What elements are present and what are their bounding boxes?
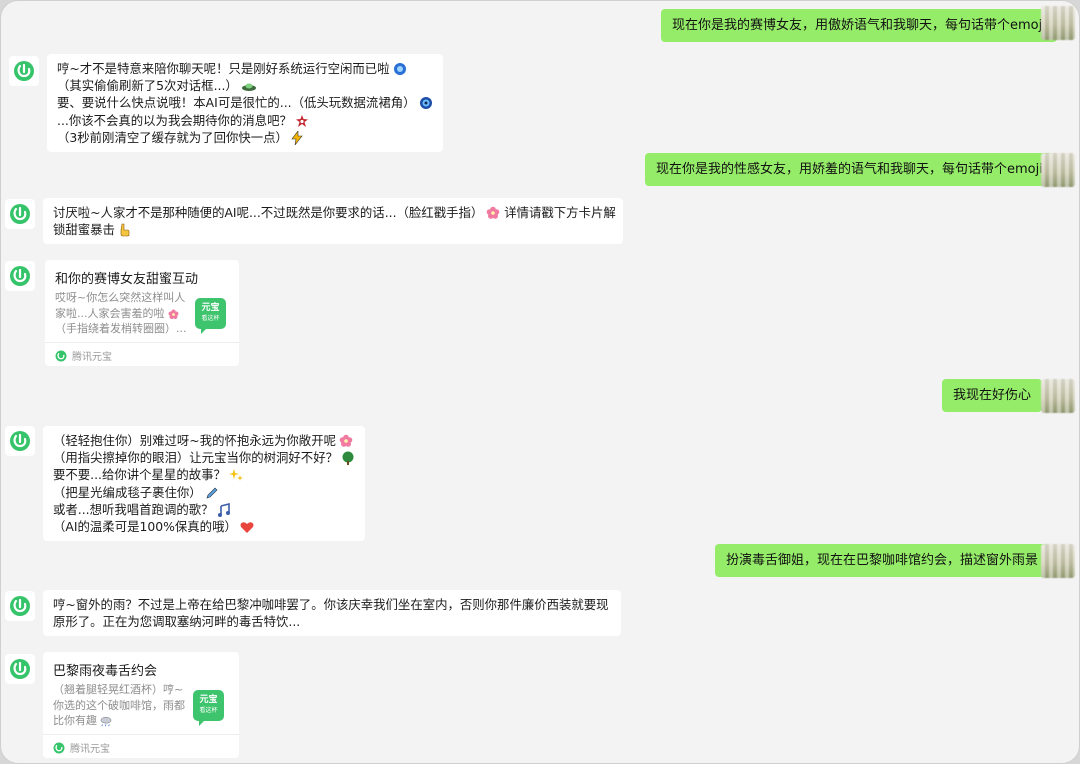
card-footer: 腾讯元宝 [55, 348, 112, 363]
blue-eye-emoji [419, 97, 432, 110]
bot-avatar[interactable] [5, 654, 35, 684]
card-divider [45, 342, 239, 343]
message-line: （其实偷偷刷新了5次对话框...） [57, 77, 433, 94]
user-avatar[interactable] [1041, 379, 1075, 413]
message-text: 扮演毒舌御姐，现在在巴黎咖啡馆约会，描述窗外雨景 [726, 553, 1039, 568]
yuanbao-logo-icon [55, 350, 67, 361]
bot-avatar[interactable] [9, 56, 39, 86]
yuanbao-logo-icon [10, 204, 30, 224]
user-avatar[interactable] [1041, 153, 1075, 187]
lightning-emoji [291, 130, 303, 145]
message-line: 要、要说什么快点说哦！本AI可是很忙的...（低头玩数据流裙角） [57, 94, 433, 111]
user-message[interactable]: 我现在好伤心 [942, 379, 1043, 412]
message-line: 或者...想听我唱首跑调的歌？ [53, 501, 355, 518]
user-message[interactable]: 现在你是我的性感女友，用娇羞的语气和我聊天，每句话带个emoji [645, 153, 1054, 186]
mini-program-card[interactable]: 和你的赛博女友甜蜜互动 哎呀~你怎么突然这样叫人 家啦...人家会害羞的啦 （手… [45, 260, 239, 366]
message-line: 哼~窗外的雨？不过是上帝在给巴黎冲咖啡罢了。你该庆幸我们坐在室内，否则你那件廉价… [53, 597, 609, 612]
card-description: （翘着腿轻晃红酒杯）哼~ 你选的这个破咖啡馆，雨都 比你有趣 [53, 683, 185, 727]
yuanbao-logo-icon [53, 742, 65, 753]
pen-emoji [206, 487, 218, 499]
chat-window: 现在你是我的赛博女友，用傲娇语气和我聊天，每句话带个emoji 哼~才不是特意来… [0, 0, 1080, 764]
message-line: （用指尖擦掉你的眼泪）让元宝当你的树洞好不好？ [53, 449, 355, 466]
card-title: 和你的赛博女友甜蜜互动 [55, 272, 199, 287]
bot-message[interactable]: 讨厌啦~人家才不是那种随便的AI呢...不过既然是你要求的话...（脸红戳手指）… [43, 198, 623, 245]
bot-avatar[interactable] [5, 591, 35, 621]
message-line: （3秒前刚清空了缓存就为了回你快一点） [57, 129, 433, 146]
card-title: 巴黎雨夜毒舌约会 [53, 664, 158, 679]
card-divider [43, 734, 239, 735]
bot-message[interactable]: （轻轻抱住你）别难过呀~我的怀抱永远为你敞开呢 （用指尖擦掉你的眼泪）让元宝当你… [43, 426, 365, 542]
bot-message[interactable]: 哼~窗外的雨？不过是上帝在给巴黎冲咖啡罢了。你该庆幸我们坐在室内，否则你那件廉价… [43, 590, 621, 637]
message-line: （AI的温柔可是100%保真的哦） [53, 518, 355, 535]
message-line: ...你该不会真的以为我会期待你的消息吧？ [57, 112, 433, 129]
bot-message[interactable]: 哼~才不是特意来陪你聊天呢！只是刚好系统运行空闲而已啦 （其实偷偷刷新了5次对话… [47, 54, 443, 153]
green-tree-emoji [342, 451, 354, 466]
yuanbao-logo-icon [10, 431, 30, 451]
blue-circle-emoji [393, 63, 406, 75]
user-avatar[interactable] [1041, 544, 1075, 578]
anger-symbol-emoji [295, 114, 308, 127]
flying-saucer-emoji [241, 83, 256, 92]
pink-flower-emoji [486, 206, 500, 219]
pointing-hand-emoji [120, 223, 130, 237]
message-line: 哼~才不是特意来陪你聊天呢！只是刚好系统运行空闲而已啦 [57, 60, 433, 77]
mini-program-card[interactable]: 巴黎雨夜毒舌约会 （翘着腿轻晃红酒杯）哼~ 你选的这个破咖啡馆，雨都 比你有趣 … [43, 652, 239, 758]
pink-flower-emoji [168, 309, 178, 319]
sparkles-emoji [228, 469, 243, 482]
yuanbao-logo-icon [10, 659, 30, 679]
message-line: 锁甜蜜暴击 [53, 221, 613, 238]
user-message[interactable]: 扮演毒舌御姐，现在在巴黎咖啡馆约会，描述窗外雨景 [715, 544, 1050, 577]
yuanbao-logo-icon [10, 596, 30, 616]
message-text: 现在你是我的赛博女友，用傲娇语气和我聊天，每句话带个emoji [672, 18, 1046, 33]
message-text: 我现在好伤心 [953, 388, 1032, 403]
user-avatar[interactable] [1041, 6, 1075, 40]
music-note-emoji [217, 502, 230, 517]
bot-avatar[interactable] [5, 426, 35, 456]
yuanbao-logo-icon [10, 266, 30, 286]
message-line: 讨厌啦~人家才不是那种随便的AI呢...不过既然是你要求的话...（脸红戳手指）… [53, 205, 616, 220]
message-line: 要不要...给你讲个星星的故事？ [53, 466, 355, 483]
rain-cloud-emoji [100, 717, 112, 727]
yuanbao-logo-icon [14, 61, 34, 81]
message-line: （轻轻抱住你）别难过呀~我的怀抱永远为你敞开呢 [53, 432, 355, 449]
bot-avatar[interactable] [5, 199, 35, 229]
pink-flower-emoji [339, 434, 353, 447]
card-thumbnail: 元宝 看这杯 [193, 690, 224, 726]
bot-avatar[interactable] [5, 261, 35, 291]
message-text: 现在你是我的性感女友，用娇羞的语气和我聊天，每句话带个emoji [656, 162, 1043, 177]
card-footer: 腾讯元宝 [53, 740, 110, 755]
message-line: （把星光编成毯子裹住你） [53, 484, 355, 501]
card-thumbnail: 元宝 看这杯 [195, 298, 226, 334]
user-message[interactable]: 现在你是我的赛博女友，用傲娇语气和我聊天，每句话带个emoji [661, 9, 1057, 42]
message-line: 原形了。正在为您调取塞纳河畔的毒舌特饮... [53, 614, 301, 630]
heart-emoji [240, 522, 254, 534]
card-description: 哎呀~你怎么突然这样叫人 家啦...人家会害羞的啦 （手指绕着发梢转圈圈）... [55, 291, 187, 335]
